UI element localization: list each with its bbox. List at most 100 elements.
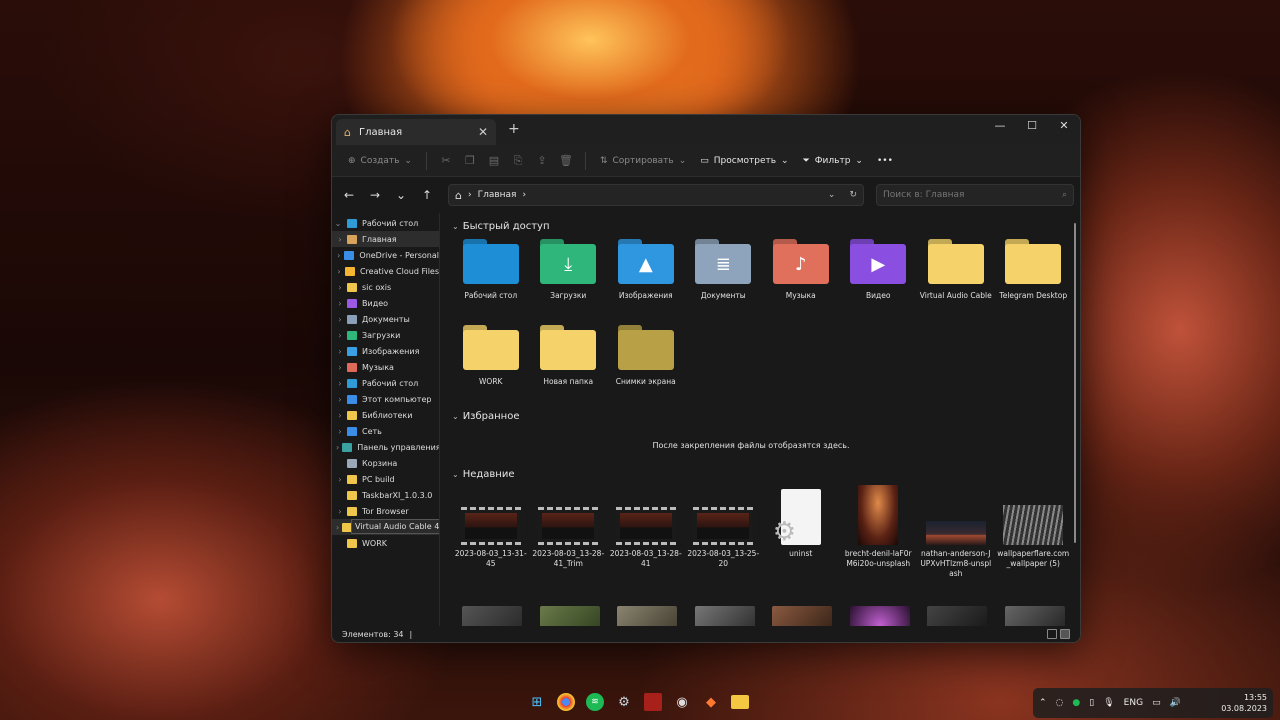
chevron-right-icon[interactable]: › [332,347,344,356]
tiles-view-button[interactable] [1060,629,1070,639]
sidebar-item[interactable]: Корзина [332,455,439,471]
details-view-button[interactable] [1047,629,1057,639]
quick-access-item[interactable]: ≣ Документы [685,235,763,321]
quick-access-item[interactable]: WORK [452,321,530,407]
sidebar-item[interactable]: WORK [332,535,439,551]
chevron-right-icon[interactable]: › [332,331,344,340]
delete-icon[interactable]: 🗑 [557,152,575,170]
chrome-icon[interactable] [557,693,575,711]
chevron-right-icon[interactable]: › [332,267,342,276]
recent-thumbnail[interactable] [927,606,987,626]
copy-icon[interactable]: ❐ [461,152,479,170]
scrollbar[interactable] [1074,223,1076,543]
app-tray-icon[interactable]: ◌ [1056,698,1064,708]
quick-access-item[interactable]: Снимки экрана [607,321,685,407]
sidebar-item[interactable]: ⌄ Рабочий стол [332,215,439,231]
spotify-tray-icon[interactable]: ● [1072,698,1080,708]
chevron-right-icon[interactable]: › [332,523,339,532]
microphone-icon[interactable]: 🎙 [1103,698,1114,708]
minimize-button[interactable]: — [984,115,1016,135]
sidebar-item[interactable]: ›Virtual Audio Cable 4.70Virtual Audio C… [332,519,439,535]
chevron-right-icon[interactable]: › [332,251,341,260]
breadcrumb-home[interactable]: Главная [478,190,517,200]
display-icon[interactable]: ▭ [1152,698,1161,708]
recent-thumbnail[interactable] [1004,606,1065,626]
create-button[interactable]: ⊕ Создать ⌄ [344,152,416,170]
recent-item[interactable]: wallpaperflare.com_wallpaper (5) [995,483,1073,598]
recent-locations-button[interactable]: ⌄ [390,184,412,206]
start-icon[interactable]: ⊞ [525,690,549,714]
recent-item[interactable]: nathan-anderson-JUPXvHTlzm8-unsplash [917,483,995,598]
volume-icon[interactable]: 🔊 [1170,698,1181,708]
quick-access-item[interactable]: Telegram Desktop [995,235,1073,321]
chevron-right-icon[interactable]: › [332,363,344,372]
sidebar-item[interactable]: › Библиотеки [332,407,439,423]
search-input[interactable] [883,190,1062,200]
more-options-button[interactable]: ••• [873,152,897,170]
quick-access-item[interactable]: ⤓ Загрузки [530,235,608,321]
obs-icon[interactable]: ◆ [699,690,723,714]
sidebar-item[interactable]: › Tor Browser [332,503,439,519]
sidebar-item[interactable]: › OneDrive - Personal [332,247,439,263]
section-quick-access[interactable]: ⌄ Быстрый доступ [452,217,1080,235]
sidebar-item[interactable]: TaskbarXI_1.0.3.0 [332,487,439,503]
new-tab-button[interactable]: + [508,121,520,137]
recent-item[interactable]: 2023-08-03_13-28-41 [607,483,685,598]
sidebar-item[interactable]: › Creative Cloud Files [332,263,439,279]
sidebar-item[interactable]: › Этот компьютер [332,391,439,407]
sidebar-item[interactable]: › Рабочий стол [332,375,439,391]
recent-item[interactable]: brecht-denil-laF0rM6i20o-unsplash [840,483,918,598]
share-icon[interactable]: ⇪ [533,152,551,170]
sidebar-item[interactable]: › PC build [332,471,439,487]
chevron-right-icon[interactable]: › [332,507,344,516]
section-recent[interactable]: ⌄ Недавние [452,465,1080,483]
chevron-right-icon[interactable]: › [332,395,344,404]
back-button[interactable]: ← [338,184,360,206]
quick-access-item[interactable]: Рабочий стол [452,235,530,321]
language-indicator[interactable]: ENG [1124,698,1143,708]
sidebar-item[interactable]: › Изображения [332,343,439,359]
filter-button[interactable]: ⏷ Фильтр ⌄ [799,152,867,170]
close-button[interactable]: ✕ [1048,115,1080,135]
address-bar[interactable]: ⌂ › Главная › ⌄ ↻ [448,184,864,206]
discord-icon[interactable]: ◉ [670,690,694,714]
recent-thumbnail[interactable] [462,606,522,626]
file-explorer-icon[interactable] [731,695,749,709]
recent-thumbnail[interactable] [849,606,910,626]
recent-item[interactable]: 2023-08-03_13-31-45 [452,483,530,598]
view-button[interactable]: ▭ Просмотреть ⌄ [696,152,792,170]
chevron-down-icon[interactable]: ⌄ [332,219,344,228]
chevron-right-icon[interactable]: › [332,443,339,452]
clock[interactable]: 13:55 03.08.2023 [1221,692,1267,714]
recent-thumbnail[interactable] [539,606,600,626]
quick-access-item[interactable]: ♪ Музыка [762,235,840,321]
sidebar-item[interactable]: › Документы [332,311,439,327]
sort-button[interactable]: ⇅ Сортировать ⌄ [596,152,690,170]
section-favorites[interactable]: ⌄ Избранное [452,407,1080,425]
chevron-up-icon[interactable]: ⌃ [1039,698,1047,708]
sidebar-item[interactable]: › Видео [332,295,439,311]
sidebar-item[interactable]: › sic oxis [332,279,439,295]
maximize-button[interactable]: ☐ [1016,115,1048,135]
rename-icon[interactable]: ⎘ [509,152,527,170]
sidebar-item[interactable]: › Сеть [332,423,439,439]
spotify-icon[interactable]: ≋ [586,693,604,711]
tab-close-icon[interactable]: ✕ [478,125,488,139]
chevron-down-icon[interactable]: ⌄ [828,190,836,200]
recent-item[interactable]: 2023-08-03_13-25-20 [685,483,763,598]
usb-icon[interactable]: ▯ [1089,698,1094,708]
sidebar-item[interactable]: › Загрузки [332,327,439,343]
refresh-icon[interactable]: ↻ [849,190,857,200]
cut-icon[interactable]: ✂ [437,152,455,170]
chevron-right-icon[interactable]: › [332,235,344,244]
quick-access-item[interactable]: ▶ Видео [840,235,918,321]
chevron-right-icon[interactable]: › [332,427,344,436]
quick-access-item[interactable]: ▲ Изображения [607,235,685,321]
forward-button[interactable]: → [364,184,386,206]
recent-thumbnail[interactable] [772,606,832,626]
chevron-right-icon[interactable]: › [332,315,344,324]
up-button[interactable]: ↑ [416,184,438,206]
steam-icon[interactable]: ⚙ [612,690,636,714]
recent-thumbnail[interactable] [694,606,755,626]
sidebar-item[interactable]: › Главная [332,231,439,247]
